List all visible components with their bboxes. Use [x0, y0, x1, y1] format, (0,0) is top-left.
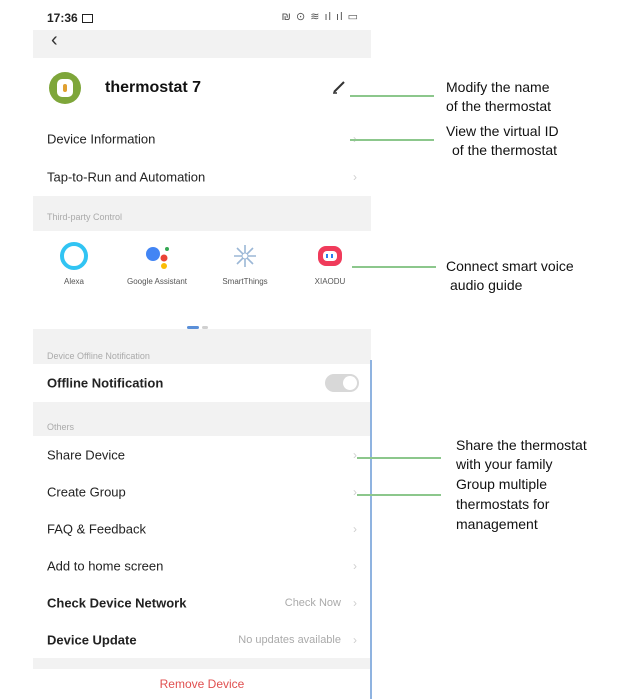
callout-line-share: [357, 457, 441, 459]
device-header: thermostat 7: [33, 58, 371, 120]
device-name: thermostat 7: [105, 79, 202, 96]
google-assistant-label: Google Assistant: [126, 277, 188, 286]
add-to-home-label: Add to home screen: [47, 558, 164, 573]
callout-line-modify-name: [350, 95, 434, 97]
offline-section-label: Device Offline Notification: [47, 351, 150, 361]
status-time: 17:36: [47, 11, 93, 25]
device-update-label: Device Update: [47, 632, 137, 647]
callout-group: Group multiple thermostats for management: [456, 476, 550, 532]
alexa-icon: [59, 241, 89, 271]
back-icon[interactable]: ‹: [51, 29, 58, 52]
chevron-right-icon: ›: [353, 447, 357, 462]
status-icons: ₪ ⊙ ≋ ıl ıl ▭: [281, 11, 359, 23]
remove-device-button[interactable]: Remove Device: [33, 669, 371, 699]
callout-virtual-id: View the virtual ID of the thermostat: [446, 123, 559, 158]
thermostat-icon: [49, 72, 81, 104]
smartthings-icon: [230, 241, 260, 271]
callout-share: Share the thermostat with your family: [456, 437, 587, 472]
faq-feedback-row[interactable]: FAQ & Feedback ›: [33, 510, 371, 547]
callout-line-group: [357, 494, 441, 496]
offline-notification-label: Offline Notification: [47, 375, 164, 391]
check-network-row[interactable]: Check Device Network Check Now ›: [33, 584, 371, 621]
callout-line-voice: [352, 266, 436, 268]
offline-notification-toggle[interactable]: [325, 374, 359, 392]
callout-line-virtual-id: [350, 139, 434, 141]
third-party-panel: Alexa Google Assistant SmartThings XIAOD…: [33, 231, 371, 329]
edit-icon[interactable]: [331, 79, 347, 95]
chevron-right-icon: ›: [353, 484, 357, 499]
device-update-row[interactable]: Device Update No updates available ›: [33, 621, 371, 658]
xiaodu-item[interactable]: XIAODU: [295, 241, 365, 287]
faq-feedback-label: FAQ & Feedback: [47, 521, 146, 536]
xiaodu-label: XIAODU: [314, 277, 346, 286]
screen-record-icon: [81, 14, 93, 23]
create-group-row[interactable]: Create Group ›: [33, 473, 371, 510]
carousel-page-indicator: [187, 316, 208, 334]
google-assistant-item[interactable]: Google Assistant: [122, 241, 192, 287]
check-network-value: Check Now: [284, 596, 341, 609]
share-device-row[interactable]: Share Device ›: [33, 436, 371, 473]
share-device-label: Share Device: [47, 447, 126, 462]
device-information-label: Device Information: [47, 131, 156, 147]
check-network-label: Check Device Network: [47, 595, 187, 610]
smartthings-item[interactable]: SmartThings: [210, 241, 280, 287]
offline-notification-row: Offline Notification: [33, 364, 371, 402]
tap-to-run-label: Tap-to-Run and Automation: [47, 169, 206, 185]
phone-edge: [370, 360, 372, 699]
chevron-right-icon: ›: [353, 170, 357, 184]
status-bar: 17:36 ₪ ⊙ ≋ ıl ıl ▭: [33, 0, 371, 30]
create-group-label: Create Group: [47, 484, 126, 499]
chevron-right-icon: ›: [353, 595, 357, 610]
smartthings-label: SmartThings: [222, 277, 268, 286]
xiaodu-icon: [315, 241, 345, 271]
tap-to-run-row[interactable]: Tap-to-Run and Automation ›: [33, 158, 371, 196]
device-update-value: No updates available: [238, 633, 341, 646]
chevron-right-icon: ›: [353, 521, 357, 536]
phone-screen: 17:36 ₪ ⊙ ≋ ıl ıl ▭ ‹ thermostat 7 Devic…: [33, 0, 371, 699]
device-information-row[interactable]: Device Information ›: [33, 120, 371, 158]
third-party-section-label: Third-party Control: [47, 212, 123, 222]
callout-voice: Connect smart voice audio guide: [446, 258, 574, 293]
add-to-home-row[interactable]: Add to home screen ›: [33, 547, 371, 584]
chevron-right-icon: ›: [353, 632, 357, 647]
alexa-item[interactable]: Alexa: [39, 241, 109, 287]
others-section-label: Others: [47, 422, 75, 432]
chevron-right-icon: ›: [353, 558, 357, 573]
alexa-label: Alexa: [63, 277, 84, 286]
callout-modify-name: Modify the name of the thermostat: [446, 79, 552, 114]
google-assistant-icon: [142, 241, 172, 271]
